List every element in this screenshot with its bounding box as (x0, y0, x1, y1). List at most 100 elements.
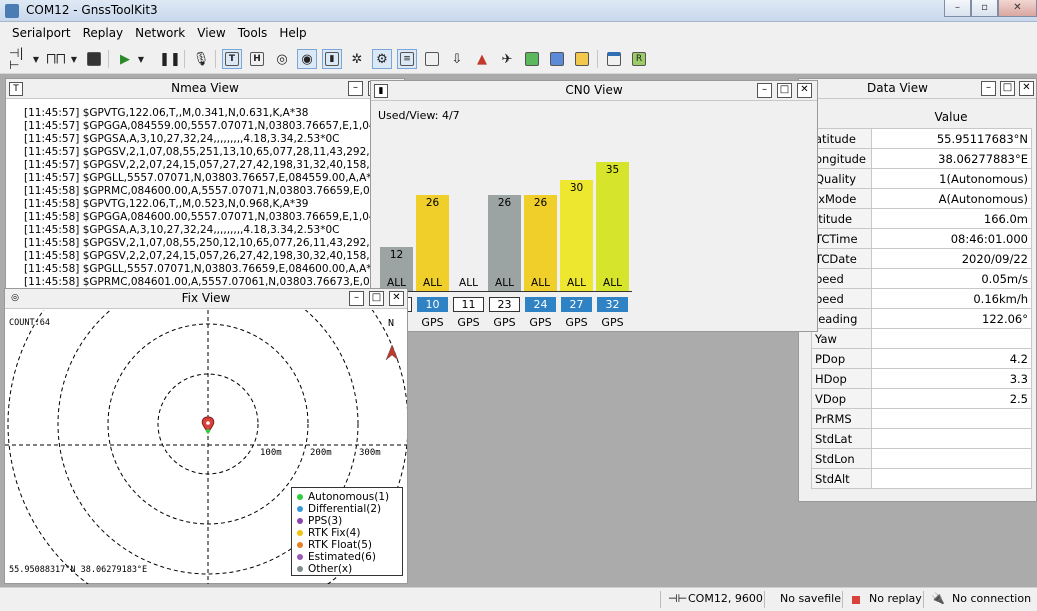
menu-serialport[interactable]: Serialport (6, 22, 77, 44)
nmea-line: [11:45:57] $GPGGA,084559.00,5557.07071,N… (24, 120, 396, 132)
data-close-button[interactable]: ✕ (1019, 81, 1034, 96)
data-value: 08:46:01.000 (871, 228, 1032, 249)
navigate-icon[interactable]: ▲ (472, 49, 492, 69)
cn0-bar: 12 ALL (380, 246, 413, 291)
data-row: Quality 1(Autonomous) (811, 168, 1032, 189)
fix-view-header: ◎ Fix View – □ ✕ (5, 289, 407, 309)
data-value: 0.16km/h (871, 288, 1032, 309)
fix-legend: Autonomous(1) Differential(2) PPS(3) RTK… (291, 487, 403, 576)
data-row: PrRMS (811, 408, 1032, 429)
text-view-icon[interactable]: T (222, 49, 242, 69)
list-icon[interactable]: ≡ (397, 49, 417, 69)
prn-label: 11 (453, 297, 484, 312)
prn-label: 27 (561, 297, 592, 312)
app-icon (5, 4, 19, 18)
data-key: Yaw (811, 328, 872, 349)
nmea-line: [11:45:58] $GPGGA,084600.00,5557.07071,N… (24, 211, 396, 223)
data-row: PDop 4.2 (811, 348, 1032, 369)
replay-status: No replay (869, 592, 922, 605)
legend-dot (297, 554, 303, 560)
close-button[interactable]: ✕ (998, 0, 1037, 17)
fix-close-button[interactable]: ✕ (389, 291, 404, 306)
menu-help[interactable]: Help (273, 22, 312, 44)
data-value: 166.0m (871, 208, 1032, 229)
menu-tools[interactable]: Tools (232, 22, 274, 44)
minimize-button[interactable]: – (944, 0, 971, 17)
data-row: StdAlt (811, 468, 1032, 489)
data-value: A(Autonomous) (871, 188, 1032, 209)
cn0-chart-icon[interactable]: ▮ (322, 49, 342, 69)
fix-minimize-button[interactable]: – (349, 291, 364, 306)
signal-wave-icon[interactable]: ⨅⨅ (46, 49, 66, 69)
cn0-value-label: 35 (605, 163, 620, 176)
data-value: 122.06° (871, 308, 1032, 329)
menu-replay[interactable]: Replay (77, 22, 130, 44)
data-key: Quality (811, 168, 872, 189)
settings-icon[interactable]: ⚙ (372, 49, 392, 69)
menu-network[interactable]: Network (129, 22, 191, 44)
nmea-view-panel: T Nmea View – □ [11:45:57] $GPVTG,122.06… (5, 78, 405, 298)
data-value: 2.5 (871, 388, 1032, 409)
data-value (871, 408, 1032, 429)
nmea-line: [11:45:57] $GPGSV,2,1,07,08,55,251,13,10… (24, 146, 390, 158)
satellite-icon[interactable]: ✲ (347, 49, 367, 69)
prn-label: 23 (489, 297, 520, 312)
cn0-bar: 30 ALL (560, 180, 593, 291)
window-title: COM12 - GnssToolKit3 (26, 3, 158, 17)
cn0-value-label: 30 (569, 182, 584, 194)
data-row: VDop 2.5 (811, 388, 1032, 409)
hex-view-icon[interactable]: H (247, 49, 267, 69)
chevron-down-icon[interactable]: ▼ (135, 49, 147, 69)
cn0-restore-button[interactable]: □ (777, 83, 792, 98)
legend-dot (297, 518, 303, 524)
serialport-connect-icon[interactable]: ⊣|⊢ (8, 47, 28, 71)
maximize-button[interactable]: ▫ (971, 0, 998, 17)
save-icon[interactable] (84, 49, 104, 69)
data-row: peed 0.05m/s (811, 268, 1032, 289)
chart-icon: ▮ (374, 84, 388, 98)
nmea-log[interactable]: [11:45:57] $GPVTG,122.06,T,,M,0.341,N,0.… (24, 107, 404, 297)
download-icon[interactable]: ⇩ (447, 49, 467, 69)
plane-icon[interactable]: ✈ (497, 49, 517, 69)
cn0-baseline (376, 291, 632, 292)
prn-label: 32 (597, 297, 628, 312)
cn0-minimize-button[interactable]: – (757, 83, 772, 98)
data-minimize-button[interactable]: – (981, 81, 996, 96)
nmea-minimize-button[interactable]: – (348, 81, 363, 96)
map-icon[interactable] (422, 49, 442, 69)
current-coordinates: 55.95088317°N 38.06279183°E (9, 565, 148, 575)
legend-pps: PPS(3) (292, 515, 402, 527)
data-value: 38.06277883°E (871, 148, 1032, 169)
data-key: leading (811, 308, 872, 329)
menu-view[interactable]: View (191, 22, 231, 44)
green-tool-icon[interactable] (522, 49, 542, 69)
cn0-value-label: 26 (425, 196, 440, 209)
cn0-all-label: ALL (423, 276, 442, 289)
blue-tool-icon[interactable] (547, 49, 567, 69)
used-view-count: Used/View: 4/7 (378, 109, 460, 122)
tool-r-icon[interactable]: R (629, 49, 649, 69)
data-key: StdLat (811, 428, 872, 449)
pause-icon[interactable]: ❚❚ (159, 49, 181, 69)
data-value: 0.05m/s (871, 268, 1032, 289)
microphone-icon[interactable]: 🎙 (191, 49, 211, 69)
fix-restore-button[interactable]: □ (369, 291, 384, 306)
convert-icon[interactable] (572, 49, 592, 69)
data-row: peed 0.16km/h (811, 288, 1032, 309)
data-row: leading 122.06° (811, 308, 1032, 329)
legend-rtk-fix: RTK Fix(4) (292, 527, 402, 539)
layout-icon[interactable] (604, 49, 624, 69)
data-restore-button[interactable]: □ (1000, 81, 1015, 96)
chevron-down-icon[interactable]: ▼ (68, 49, 80, 69)
north-label: N (388, 318, 395, 329)
cn0-close-button[interactable]: ✕ (797, 83, 812, 98)
fix-view-icon[interactable]: ◎ (272, 49, 292, 69)
chevron-down-icon[interactable]: ▼ (30, 49, 42, 69)
ring-label-200m: 200m (310, 448, 332, 458)
cn0-value-label: 26 (533, 196, 548, 209)
play-icon[interactable]: ▶ (115, 49, 135, 69)
target-icon[interactable]: ◉ (297, 49, 317, 69)
window-titlebar: COM12 - GnssToolKit3 – ▫ ✕ (0, 0, 1037, 22)
nmea-line: [11:45:57] $GPGSA,A,3,10,27,32,24,,,,,,,… (24, 133, 340, 145)
data-value: 4.2 (871, 348, 1032, 369)
